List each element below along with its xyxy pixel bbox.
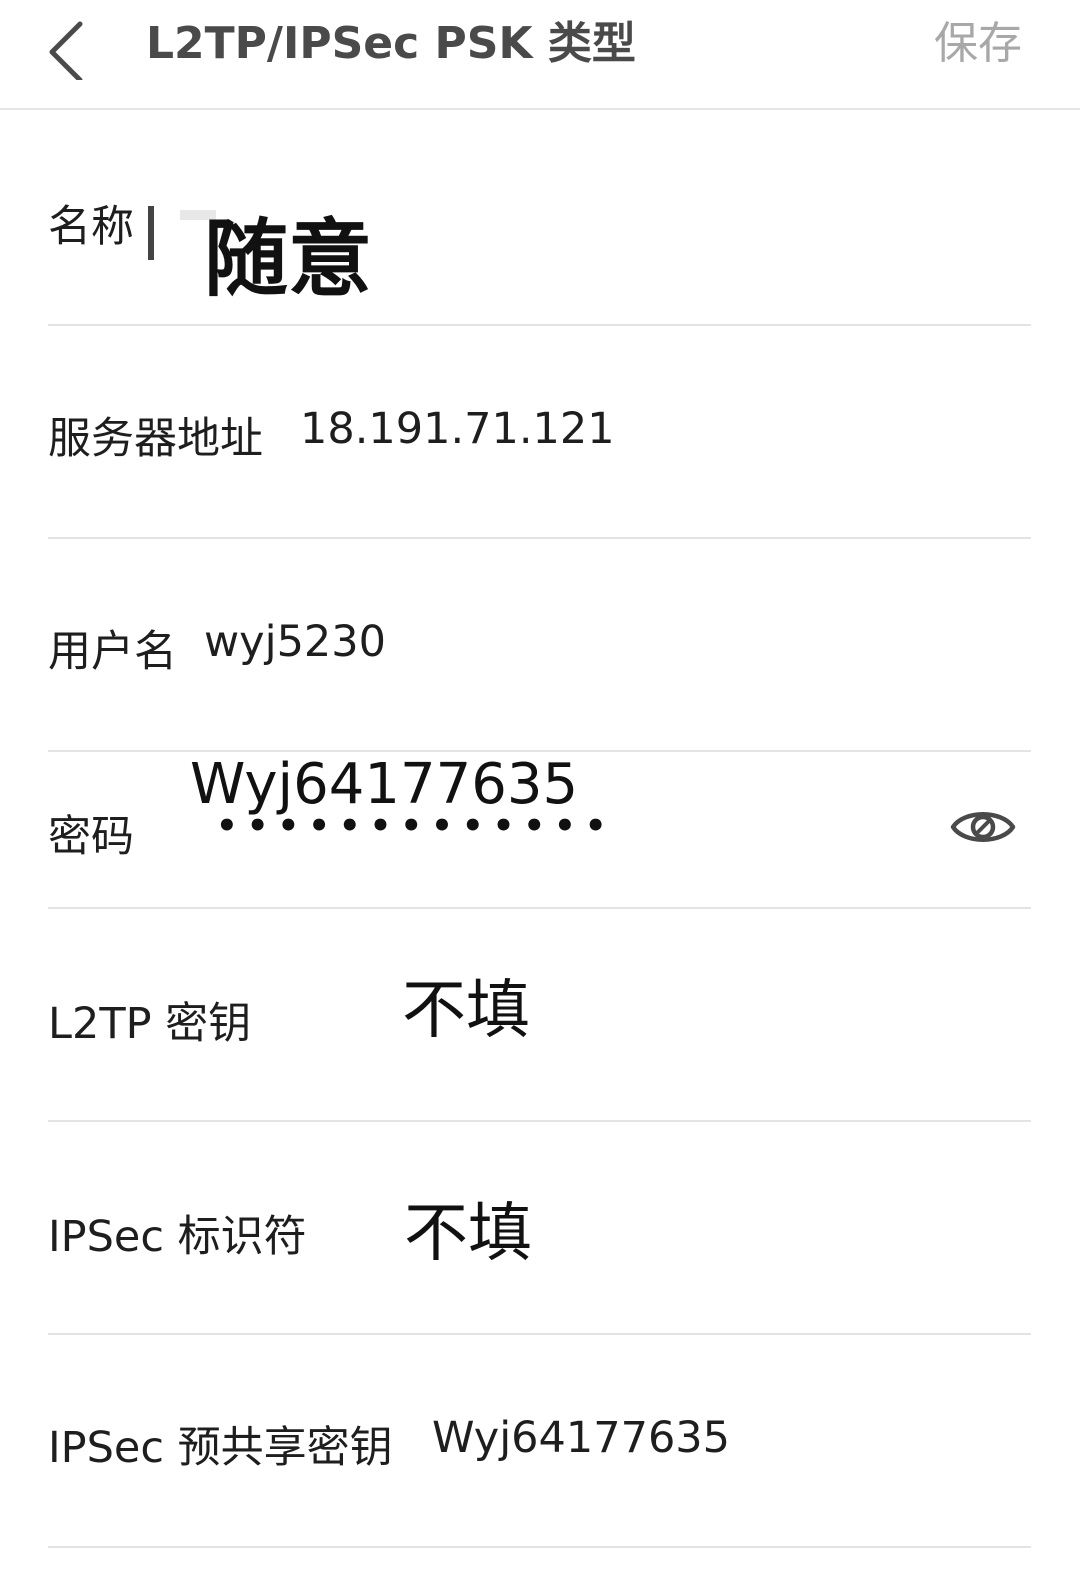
password-visibility-toggle[interactable] [950, 804, 1016, 854]
page-title: L2TP/IPSec PSK 类型 [146, 18, 636, 69]
l2tp-secret-row[interactable]: L2TP 密钥 不填 [48, 909, 1031, 1121]
ipsec-psk-row[interactable]: IPSec 预共享密钥 Wyj64177635 [48, 1335, 1031, 1547]
server-label: 服务器地址 [48, 414, 263, 464]
ipsec-identifier-label: IPSec 标识符 [48, 1212, 307, 1262]
password-label: 密码 [48, 812, 134, 862]
back-button[interactable] [36, 14, 106, 80]
ipsec-identifier-row[interactable]: IPSec 标识符 不填 [48, 1122, 1031, 1334]
app-header: L2TP/IPSec PSK 类型 保存 [0, 0, 1080, 110]
ipsec-psk-label: IPSec 预共享密钥 [48, 1423, 393, 1473]
eye-icon [950, 812, 1016, 842]
ipsec-psk-value: Wyj64177635 [432, 1413, 731, 1463]
password-row[interactable]: Wyj64177635 密码 ••••••••••••• [48, 752, 1031, 908]
name-label: 名称 [48, 202, 134, 252]
chevron-left-icon [49, 21, 83, 80]
username-label: 用户名 [48, 627, 177, 677]
server-row[interactable]: 服务器地址 18.191.71.121 [48, 326, 1031, 538]
l2tp-secret-annotation: 不填 [402, 974, 530, 1048]
username-value: wyj5230 [204, 617, 386, 667]
save-button[interactable]: 保存 [934, 14, 1022, 74]
server-value: 18.191.71.121 [300, 404, 615, 454]
text-cursor [148, 206, 154, 260]
name-row[interactable]: 名称 随意 [48, 110, 1031, 326]
password-masked: ••••••••••••• [216, 806, 616, 846]
vpn-edit-screen: L2TP/IPSec PSK 类型 保存 名称 随意 服务器地址 18.191.… [0, 0, 1080, 1590]
name-annotation: 随意 [204, 210, 373, 308]
divider [48, 1546, 1031, 1548]
l2tp-secret-label: L2TP 密钥 [48, 999, 252, 1049]
username-row[interactable]: 用户名 wyj5230 [48, 539, 1031, 751]
ipsec-identifier-annotation: 不填 [404, 1197, 532, 1271]
